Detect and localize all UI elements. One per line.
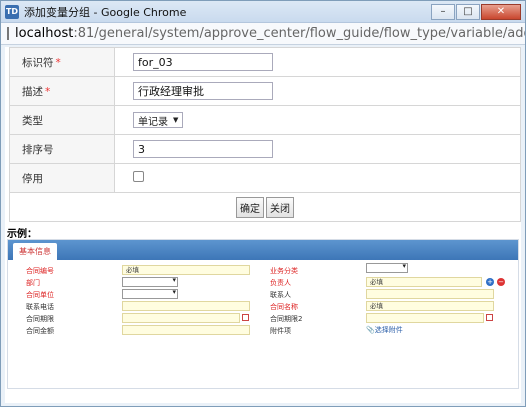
type-label-cell: 类型	[9, 105, 115, 135]
order-label-cell: 排序号	[9, 134, 115, 164]
example-input-phone[interactable]	[122, 301, 250, 311]
example-label-contact: 联系人	[270, 291, 291, 299]
form-row-type: 类型 单记录 ▼	[9, 105, 521, 135]
close-button[interactable]: 关闭	[266, 196, 294, 218]
form-row-disabled: 停用	[9, 163, 521, 193]
app-logo-icon: TD	[5, 4, 19, 19]
page-icon	[7, 27, 9, 40]
example-input-contract-name[interactable]: 必填	[366, 301, 494, 311]
address-bar[interactable]: localhost:81/general/system/approve_cent…	[1, 23, 525, 45]
example-input-owner[interactable]: 必填	[366, 277, 482, 287]
example-preview: 基本信息 合同编号 必填 部门 合同单位 联系电话 合同期限 合同金额 业务分类…	[7, 239, 519, 389]
example-input-contract-period2[interactable]	[366, 313, 484, 323]
example-label-contract-no: 合同编号	[26, 267, 54, 275]
order-value-cell: 3	[114, 134, 521, 164]
calendar-icon[interactable]	[486, 314, 493, 321]
confirm-button[interactable]: 确定	[236, 196, 264, 218]
example-input-contract-period[interactable]	[122, 313, 240, 323]
example-select-business-type[interactable]	[366, 262, 408, 273]
identifier-label-cell: 标识符 *	[9, 47, 115, 77]
example-label-phone: 联系电话	[26, 303, 54, 311]
disabled-checkbox[interactable]	[133, 171, 144, 182]
example-select-department[interactable]	[122, 276, 178, 287]
type-select[interactable]: 单记录 ▼	[133, 112, 184, 128]
title-bar: TD 添加变量分组 - Google Chrome – □ ✕	[1, 1, 525, 23]
example-label-contract-period: 合同期限	[26, 315, 54, 323]
required-mark: *	[55, 56, 61, 69]
example-tab-strip: 基本信息	[8, 240, 518, 260]
required-mark: *	[45, 85, 51, 98]
example-label-contract-unit: 合同单位	[26, 291, 54, 299]
example-label-contract-name: 合同名称	[270, 303, 298, 311]
example-label-department: 部门	[26, 279, 40, 287]
example-label-attachment: 附件项	[270, 327, 291, 335]
url-path: :81/general/system/approve_center/flow_g…	[73, 26, 525, 41]
remove-icon[interactable]: −	[497, 278, 505, 286]
form-row-description: 描述 * 行政经理审批	[9, 76, 521, 106]
example-label-contract-amount: 合同金额	[26, 327, 54, 335]
window-title: 添加变量分组 - Google Chrome	[24, 5, 187, 19]
url-text[interactable]: localhost:81/general/system/approve_cent…	[15, 26, 525, 41]
example-label-business-type: 业务分类	[270, 267, 298, 275]
maximize-button[interactable]: □	[456, 3, 480, 20]
page-content: 标识符 * for_03 描述 * 行政经理审批 类型 单记录 ▼ 排序号 3 停用	[5, 47, 521, 403]
window-controls: – □ ✕	[430, 3, 521, 20]
example-label-contract-period2: 合同期限2	[270, 315, 303, 323]
example-title: 示例：	[7, 229, 37, 240]
form-button-row: 确定 关闭	[9, 192, 521, 222]
form-row-order: 排序号 3	[9, 134, 521, 164]
type-label: 类型	[22, 114, 43, 127]
tab-basic-info[interactable]: 基本信息	[13, 243, 57, 260]
form-row-identifier: 标识符 * for_03	[9, 47, 521, 77]
close-window-button[interactable]: ✕	[481, 3, 521, 20]
identifier-input[interactable]: for_03	[133, 53, 273, 71]
description-value-cell: 行政经理审批	[114, 76, 521, 106]
example-input-contract-amount[interactable]	[122, 325, 250, 335]
paperclip-icon: 📎	[366, 326, 375, 334]
disabled-label-cell: 停用	[9, 163, 115, 193]
browser-window: TD 添加变量分组 - Google Chrome – □ ✕ localhos…	[0, 0, 526, 407]
add-icon[interactable]: +	[486, 278, 494, 286]
type-select-value: 单记录	[138, 116, 168, 128]
type-value-cell: 单记录 ▼	[114, 105, 521, 135]
description-input[interactable]: 行政经理审批	[133, 82, 273, 100]
attachment-link-label: 选择附件	[374, 326, 403, 334]
order-label: 排序号	[22, 143, 54, 156]
order-input[interactable]: 3	[133, 140, 273, 158]
button-cell: 确定 关闭	[9, 192, 521, 222]
example-input-contact[interactable]	[366, 289, 494, 299]
identifier-label: 标识符	[22, 56, 54, 69]
description-label: 描述	[22, 85, 43, 98]
example-label-owner: 负责人	[270, 279, 291, 287]
calendar-icon[interactable]	[242, 314, 249, 321]
variable-group-form: 标识符 * for_03 描述 * 行政经理审批 类型 单记录 ▼ 排序号 3 停用	[9, 47, 521, 222]
attachment-link[interactable]: 📎选择附件	[366, 325, 403, 335]
example-input-contract-no[interactable]: 必填	[122, 265, 250, 275]
identifier-value-cell: for_03	[114, 47, 521, 77]
example-select-contract-unit[interactable]	[122, 288, 178, 299]
minimize-button[interactable]: –	[431, 3, 455, 20]
disabled-value-cell	[114, 163, 521, 193]
url-host: localhost	[15, 26, 74, 41]
chevron-down-icon: ▼	[173, 116, 179, 124]
description-label-cell: 描述 *	[9, 76, 115, 106]
disabled-label: 停用	[22, 172, 43, 185]
